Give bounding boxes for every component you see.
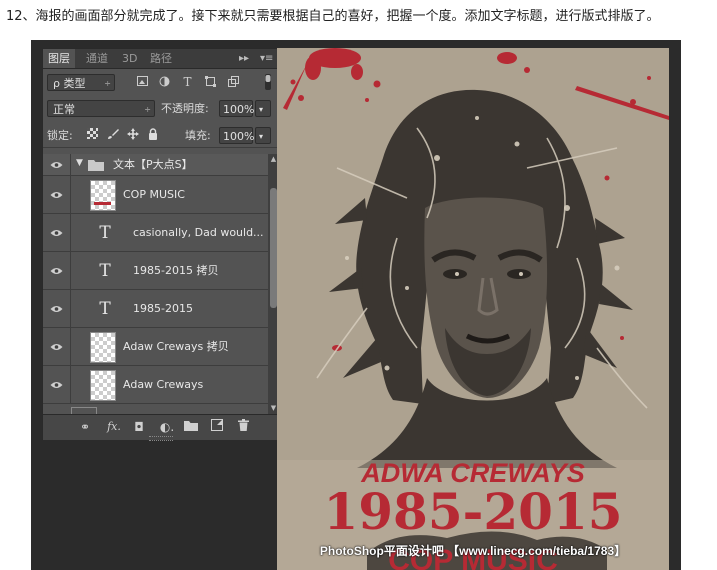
watermark-text: PhotoShop平面设计吧 【www.linecg.com/tieba/178… <box>319 544 627 558</box>
lock-pixels-brush-icon[interactable] <box>105 128 120 143</box>
opacity-label: 不透明度: <box>161 102 209 115</box>
layer-filter-select[interactable]: ρ 类型 ÷ <box>47 74 115 91</box>
layer-row-group[interactable]: ▼ 文本【P大点S】 <box>43 154 268 176</box>
text-layer-icon: T <box>99 261 111 281</box>
visibility-toggle[interactable] <box>43 366 71 403</box>
filter-type-icon[interactable]: T <box>180 75 195 90</box>
layer-row-adaw-creways-copy[interactable]: Adaw Creways 拷贝 <box>43 328 268 366</box>
blend-mode-select[interactable]: 正常 ÷ <box>47 100 155 117</box>
layer-thumbnail <box>90 180 116 211</box>
visibility-toggle[interactable] <box>43 176 71 213</box>
panel-menu-button[interactable]: ▾≡ <box>260 49 273 68</box>
panel-resize-grip[interactable] <box>149 436 173 441</box>
layer-name: Adaw Creways <box>123 378 204 391</box>
text-layer-icon: T <box>99 299 111 319</box>
layer-name: 1985-2015 <box>133 302 193 315</box>
folder-icon <box>88 159 104 174</box>
link-layers-icon[interactable]: ⚭ <box>77 419 93 435</box>
eye-icon <box>50 305 63 312</box>
fx-layer-style-icon[interactable]: fx. <box>103 419 125 435</box>
filter-toggle-switch[interactable] <box>260 74 275 90</box>
chevron-down-icon: ÷ <box>104 79 111 88</box>
adjustment-layer-icon[interactable]: ◐. <box>157 419 177 435</box>
visibility-toggle[interactable] <box>43 328 71 365</box>
lock-position-move-icon[interactable] <box>125 128 140 143</box>
eye-icon <box>50 267 63 274</box>
add-mask-icon[interactable]: ◘ <box>131 419 147 435</box>
tab-3d[interactable]: 3D <box>117 49 142 68</box>
group-expand-triangle-icon[interactable]: ▼ <box>76 158 83 168</box>
layer-name: COP MUSIC <box>123 188 185 201</box>
panel-tab-bar: 图层 通道 3D 路径 ▸▸ ▾≡ <box>43 49 279 69</box>
next-layer-peek <box>43 404 268 414</box>
layer-name: Adaw Creways 拷贝 <box>123 340 229 353</box>
lock-all-icon[interactable] <box>145 128 160 143</box>
blend-mode-value: 正常 <box>53 103 75 116</box>
visibility-toggle[interactable] <box>43 154 71 175</box>
filter-row: ρ 类型 ÷ T <box>43 73 279 93</box>
tab-layers[interactable]: 图层 <box>43 49 75 68</box>
filter-adjustment-icon[interactable] <box>157 76 172 91</box>
lock-row: 锁定: 填充: 100% ▾ <box>43 125 279 148</box>
delete-layer-trash-icon[interactable] <box>235 419 251 435</box>
filter-smart-object-icon[interactable] <box>226 76 241 91</box>
layer-name: casionally, Dad would... <box>133 226 264 239</box>
fill-input[interactable]: 100% <box>219 127 254 144</box>
eye-icon <box>50 191 63 198</box>
eye-icon <box>50 229 63 236</box>
filter-pixel-icon[interactable] <box>135 76 150 91</box>
scrollbar-thumb[interactable] <box>270 188 277 308</box>
layer-thumbnail <box>90 370 116 401</box>
lock-label: 锁定: <box>47 129 73 142</box>
layer-list: ▼ 文本【P大点S】 COP MUSIC T casionally, Dad w… <box>43 154 268 414</box>
filter-shape-icon[interactable] <box>203 76 218 91</box>
new-group-folder-icon[interactable] <box>183 419 199 435</box>
layer-name: 文本【P大点S】 <box>113 158 193 171</box>
eye-icon <box>50 343 63 350</box>
panel-collapse-button[interactable]: ▸▸ <box>239 49 249 68</box>
visibility-toggle[interactable] <box>43 252 71 289</box>
eye-icon <box>50 161 63 168</box>
layer-thumbnail <box>90 332 116 363</box>
panel-bottom-toolbar: ⚭ fx. ◘ ◐. <box>43 414 279 441</box>
layer-row-adaw-creways[interactable]: Adaw Creways <box>43 366 268 404</box>
layer-row-text-casionally[interactable]: T casionally, Dad would... <box>43 214 268 252</box>
layers-panel: 图层 通道 3D 路径 ▸▸ ▾≡ ρ 类型 ÷ T 正常 ÷ 不透明度: 10… <box>42 48 280 441</box>
fill-dropdown-button[interactable]: ▾ <box>255 127 271 144</box>
layer-name: 1985-2015 拷贝 <box>133 264 219 277</box>
opacity-input[interactable]: 100% <box>219 100 254 117</box>
photoshop-workspace: 图层 通道 3D 路径 ▸▸ ▾≡ ρ 类型 ÷ T 正常 ÷ 不透明度: 10… <box>31 40 681 570</box>
lock-transparent-icon[interactable] <box>85 128 100 143</box>
tab-paths[interactable]: 路径 <box>145 49 177 68</box>
tab-channels[interactable]: 通道 <box>81 49 113 68</box>
chevron-down-icon: ÷ <box>144 105 151 114</box>
layer-row-text-years[interactable]: T 1985-2015 <box>43 290 268 328</box>
blend-row: 正常 ÷ 不透明度: 100% ▾ <box>43 99 279 119</box>
visibility-toggle[interactable] <box>43 214 71 251</box>
poster-canvas: ADWA CREWAYS 1985-2015 COP MUSIC PhotoSh… <box>277 48 669 570</box>
fill-label: 填充: <box>185 129 211 142</box>
poster-years-title: 1985-2015 <box>323 482 623 541</box>
layer-row-cop-music[interactable]: COP MUSIC <box>43 176 268 214</box>
layer-filter-label: ρ 类型 <box>53 77 86 90</box>
eye-icon <box>50 381 63 388</box>
step-caption: 12、海报的画面部分就完成了。接下来就只需要根据自己的喜好，把握一个度。添加文字… <box>6 9 660 24</box>
opacity-dropdown-button[interactable]: ▾ <box>255 100 271 117</box>
layer-row-text-years-copy[interactable]: T 1985-2015 拷贝 <box>43 252 268 290</box>
visibility-toggle[interactable] <box>43 290 71 327</box>
text-layer-icon: T <box>99 223 111 243</box>
new-layer-icon[interactable] <box>209 419 225 435</box>
